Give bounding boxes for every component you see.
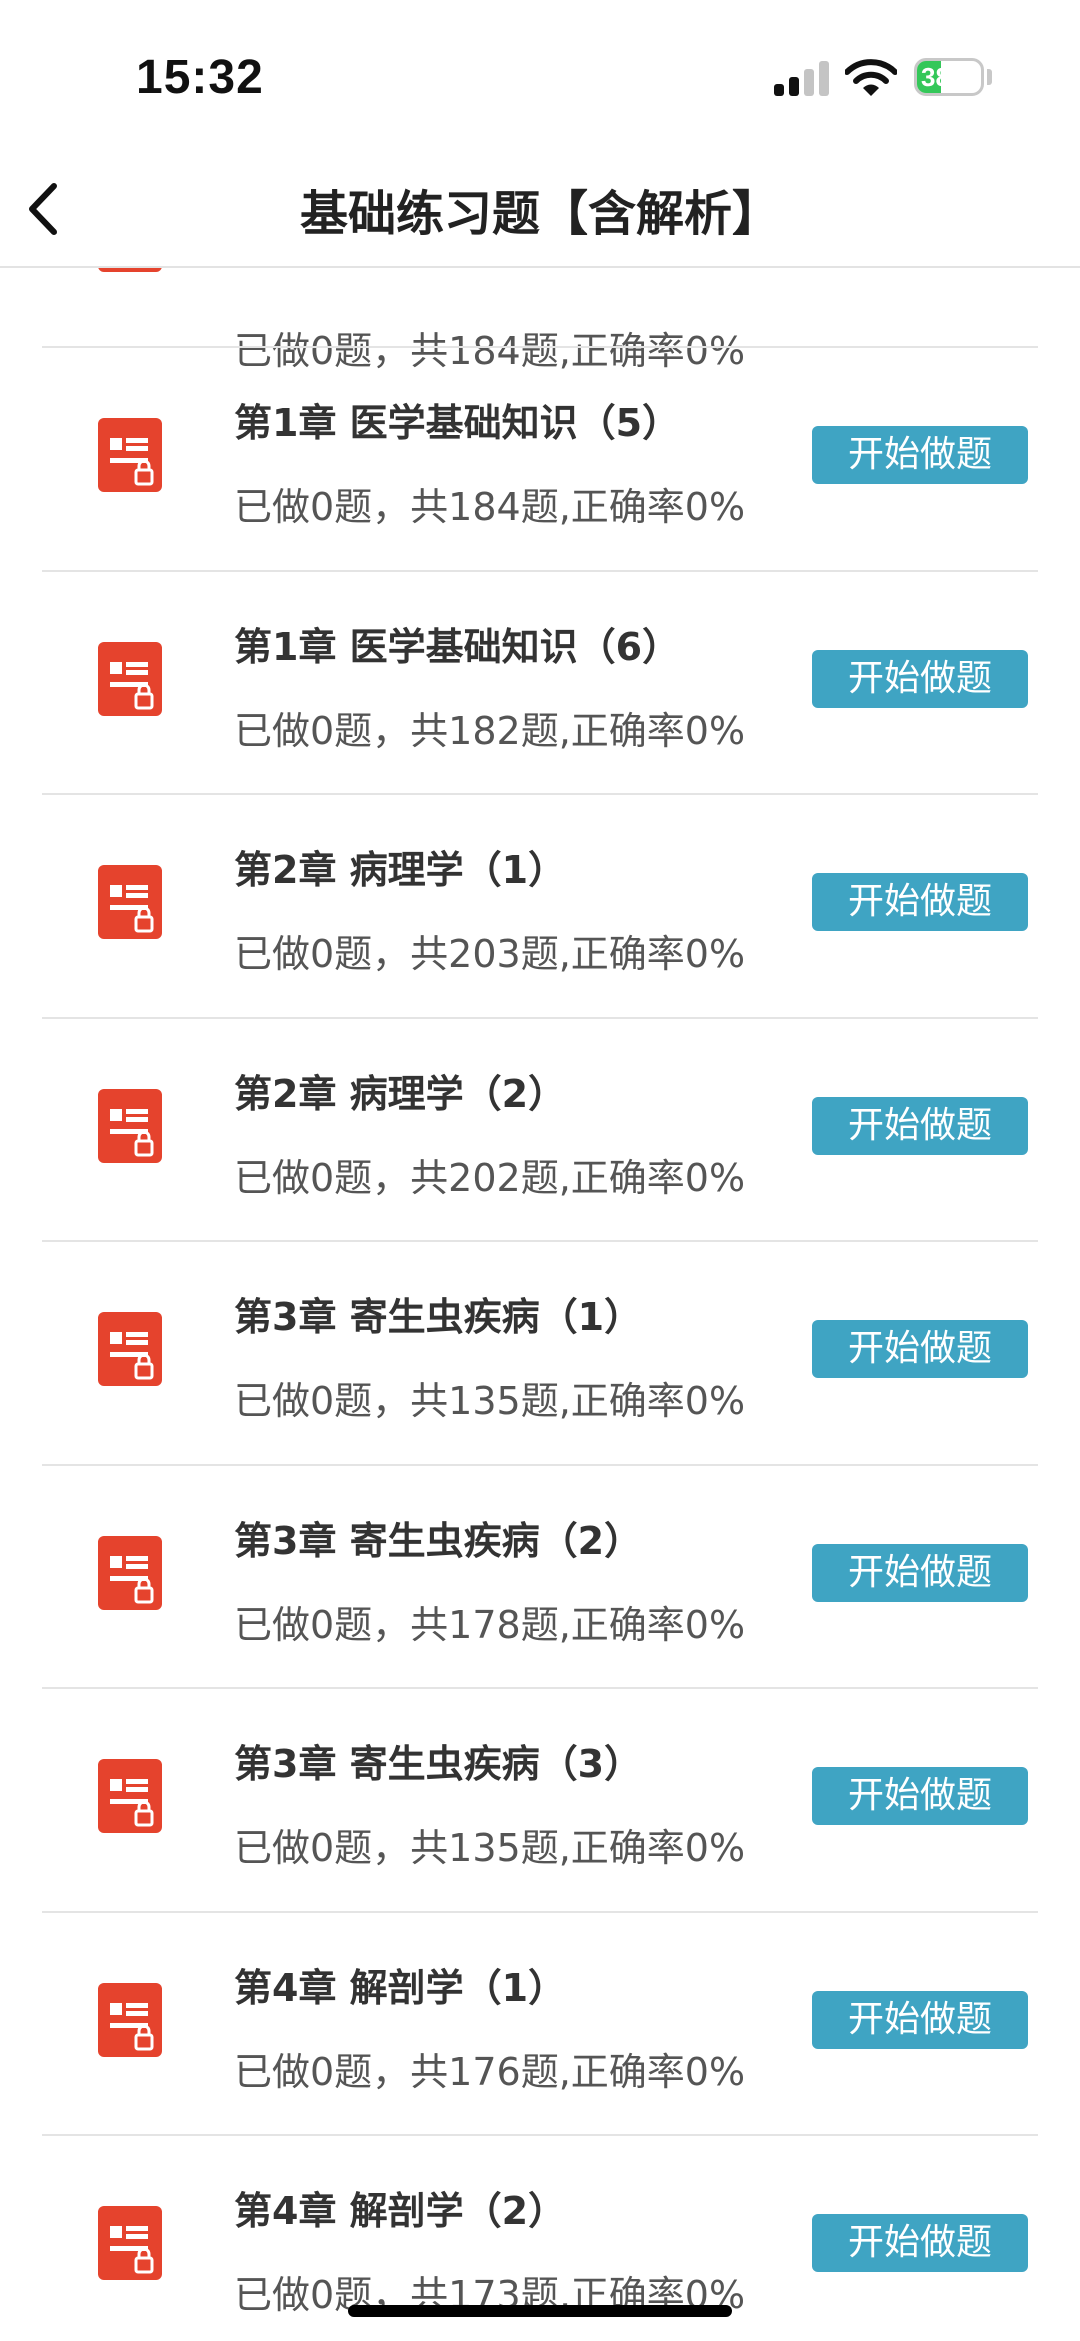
quiz-doc-icon <box>98 641 162 716</box>
list-item[interactable]: 第4章 解剖学（1） 已做0题，共176题,正确率0% 开始做题 <box>0 1913 1080 2136</box>
start-quiz-button[interactable]: 开始做题 <box>812 1096 1028 1155</box>
list-item[interactable]: 第3章 寄生虫疾病（3） 已做0题，共135题,正确率0% 开始做题 <box>0 1689 1080 1913</box>
start-quiz-button[interactable]: 开始做题 <box>812 1320 1028 1378</box>
start-quiz-button[interactable]: 开始做题 <box>812 873 1028 931</box>
list-item[interactable]: 第2章 病理学（1） 已做0题，共203题,正确率0% 开始做题 <box>0 795 1080 1019</box>
item-title: 第3章 寄生虫疾病（3） <box>234 1742 643 1786</box>
quiz-doc-icon <box>98 1312 162 1386</box>
list-item[interactable]: 第1章 医学基础知识（6） 已做0题，共182题,正确率0% 开始做题 <box>0 572 1080 795</box>
item-title: 第1章 医学基础知识（6） <box>234 624 681 669</box>
wifi-icon <box>845 59 897 96</box>
battery-percentage: 38 <box>921 62 950 92</box>
battery-icon: 38 <box>914 58 984 96</box>
item-progress: 已做0题，共135题,正确率0% <box>234 1826 746 1870</box>
item-title: 第2章 病理学（2） <box>234 1071 567 1116</box>
cellular-signal-icon <box>774 60 830 96</box>
item-title: 第1章 医学基础知识（5） <box>234 401 681 445</box>
start-quiz-button[interactable]: 开始做题 <box>812 426 1028 484</box>
page-title: 基础练习题【含解析】 <box>299 186 780 242</box>
battery-cap <box>987 69 992 85</box>
item-progress: 已做0题，共135题,正确率0% <box>234 1379 746 1423</box>
quiz-doc-icon <box>98 1982 162 2057</box>
list-item[interactable]: 第1章 医学基础知识（5） 已做0题，共184题,正确率0% 开始做题 <box>0 348 1080 572</box>
start-quiz-button[interactable]: 开始做题 <box>812 1543 1028 1602</box>
quiz-doc-icon <box>98 1759 162 1833</box>
list-item[interactable]: 第2章 病理学（2） 已做0题，共202题,正确率0% 开始做题 <box>0 1019 1080 1242</box>
item-title: 第3章 寄生虫疾病（2） <box>234 1518 643 1563</box>
list-rows: 第1章 医学基础知识（5） 已做0题，共184题,正确率0% 开始做题 第1章 … <box>0 348 1080 2341</box>
quiz-doc-icon <box>98 1088 162 1163</box>
item-progress: 已做0题，共184题,正确率0% <box>234 485 746 529</box>
item-progress: 已做0题，共182题,正确率0% <box>234 708 746 753</box>
home-indicator[interactable] <box>348 2305 732 2317</box>
item-title: 第4章 解剖学（1） <box>234 1965 567 2010</box>
nav-bar: 基础练习题【含解析】 <box>0 150 1080 268</box>
quiz-doc-icon <box>98 2206 162 2280</box>
quiz-doc-icon <box>98 865 162 939</box>
item-progress: 已做0题，共176题,正确率0% <box>234 2049 746 2094</box>
item-progress: 已做0题，共203题,正确率0% <box>234 932 746 976</box>
list-item[interactable]: 第3章 寄生虫疾病（2） 已做0题，共178题,正确率0% 开始做题 <box>0 1466 1080 1689</box>
quiz-doc-icon <box>98 418 162 492</box>
quiz-doc-icon <box>98 1535 162 1610</box>
item-progress: 已做0题，共178题,正确率0% <box>234 1602 746 1647</box>
item-title: 第2章 病理学（1） <box>234 848 567 892</box>
list-item[interactable]: 第3章 寄生虫疾病（1） 已做0题，共135题,正确率0% 开始做题 <box>0 1242 1080 1466</box>
item-title: 第3章 寄生虫疾病（1） <box>234 1295 643 1339</box>
status-time: 15:32 <box>136 51 264 104</box>
app-screen: 15:32 38 基础练习题【含解析】 已做0题，共184题,正确率0% 第1章… <box>0 0 1080 2341</box>
start-quiz-button[interactable]: 开始做题 <box>812 2214 1028 2272</box>
status-bar: 15:32 38 <box>0 0 1080 150</box>
item-progress: 已做0题，共202题,正确率0% <box>234 1155 746 1200</box>
start-quiz-button[interactable]: 开始做题 <box>812 649 1028 708</box>
item-title: 第4章 解剖学（2） <box>234 2189 567 2233</box>
start-quiz-button[interactable]: 开始做题 <box>812 1767 1028 1825</box>
start-quiz-button[interactable]: 开始做题 <box>812 1990 1028 2049</box>
